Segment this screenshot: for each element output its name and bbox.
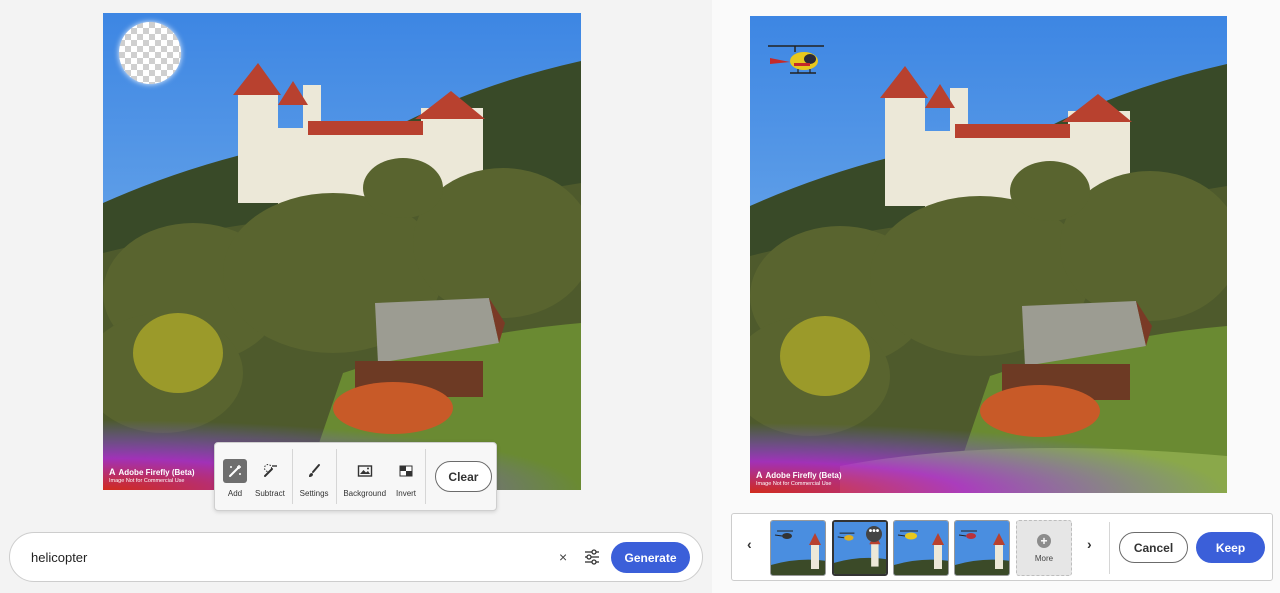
settings-tool-button[interactable]: Settings (296, 449, 333, 504)
watermark-title: Adobe Firefly (Beta) (765, 470, 842, 480)
variation-thumbnail-1[interactable] (770, 520, 826, 576)
watermark-title: Adobe Firefly (Beta) (118, 467, 195, 477)
watermark-subtitle: Image Not for Commercial Use (756, 480, 832, 487)
subtract-brush-icon (258, 459, 282, 483)
background-tool-label: Background (343, 489, 387, 498)
invert-tool-button[interactable]: Invert (390, 449, 422, 504)
toolbar-divider (291, 449, 293, 504)
toolbar-divider (335, 449, 337, 504)
adobe-logo: A (109, 467, 116, 478)
variation-bar: ‹ ••• + More › Cancel Keep (731, 513, 1273, 581)
image-background-icon (353, 459, 377, 483)
clear-button[interactable]: Clear (434, 461, 492, 492)
more-options-icon[interactable]: ••• (866, 526, 882, 542)
castle-landscape-image (103, 13, 581, 490)
invert-tool-label: Invert (396, 489, 417, 498)
generate-button[interactable]: Generate (611, 542, 690, 573)
brush-mask-area[interactable] (119, 22, 181, 84)
image-canvas[interactable]: A Adobe Firefly (Beta) Image Not for Com… (103, 13, 581, 490)
keep-button[interactable]: Keep (1196, 532, 1265, 563)
add-brush-icon (223, 459, 247, 483)
clear-prompt-icon[interactable]: × (559, 549, 567, 565)
chevron-left-icon[interactable]: ‹ (747, 536, 752, 552)
settings-sliders-icon[interactable] (584, 548, 600, 571)
add-tool-button[interactable]: Add (219, 449, 251, 504)
variation-image (955, 521, 1009, 575)
insert-tool-popover: Add Subtract Settings Background Invert … (214, 442, 497, 511)
background-tool-button[interactable]: Background (339, 449, 390, 504)
castle-landscape-with-helicopter-image (750, 16, 1227, 493)
left-panel: A Adobe Firefly (Beta) Image Not for Com… (0, 0, 712, 593)
result-canvas: A Adobe Firefly (Beta) Image Not for Com… (750, 16, 1227, 493)
subtract-tool-button[interactable]: Subtract (251, 449, 289, 504)
watermark-subtitle: Image Not for Commercial Use (109, 477, 185, 484)
variation-image (894, 521, 948, 575)
variation-thumbnail-2[interactable]: ••• (832, 520, 888, 576)
brush-settings-icon (302, 459, 326, 483)
invert-icon (394, 459, 418, 483)
chevron-right-icon[interactable]: › (1087, 536, 1092, 552)
bar-divider (1109, 522, 1110, 574)
add-tool-label: Add (227, 489, 243, 498)
prompt-bar: × Generate (9, 532, 703, 582)
firefly-watermark: A Adobe Firefly (Beta) Image Not for Com… (750, 423, 880, 493)
toolbar-divider (425, 449, 426, 504)
variation-image (771, 521, 825, 575)
cancel-button[interactable]: Cancel (1119, 532, 1188, 563)
plus-icon: + (1037, 533, 1051, 548)
settings-tool-label: Settings (299, 489, 329, 498)
adobe-logo: A (756, 470, 763, 481)
subtract-tool-label: Subtract (255, 489, 285, 498)
more-label: More (1034, 553, 1054, 563)
variation-thumbnail-3[interactable] (893, 520, 949, 576)
more-variations-button[interactable]: + More (1016, 520, 1072, 576)
prompt-input[interactable] (31, 549, 541, 565)
right-panel: A Adobe Firefly (Beta) Image Not for Com… (712, 0, 1280, 593)
variation-thumbnail-4[interactable] (954, 520, 1010, 576)
